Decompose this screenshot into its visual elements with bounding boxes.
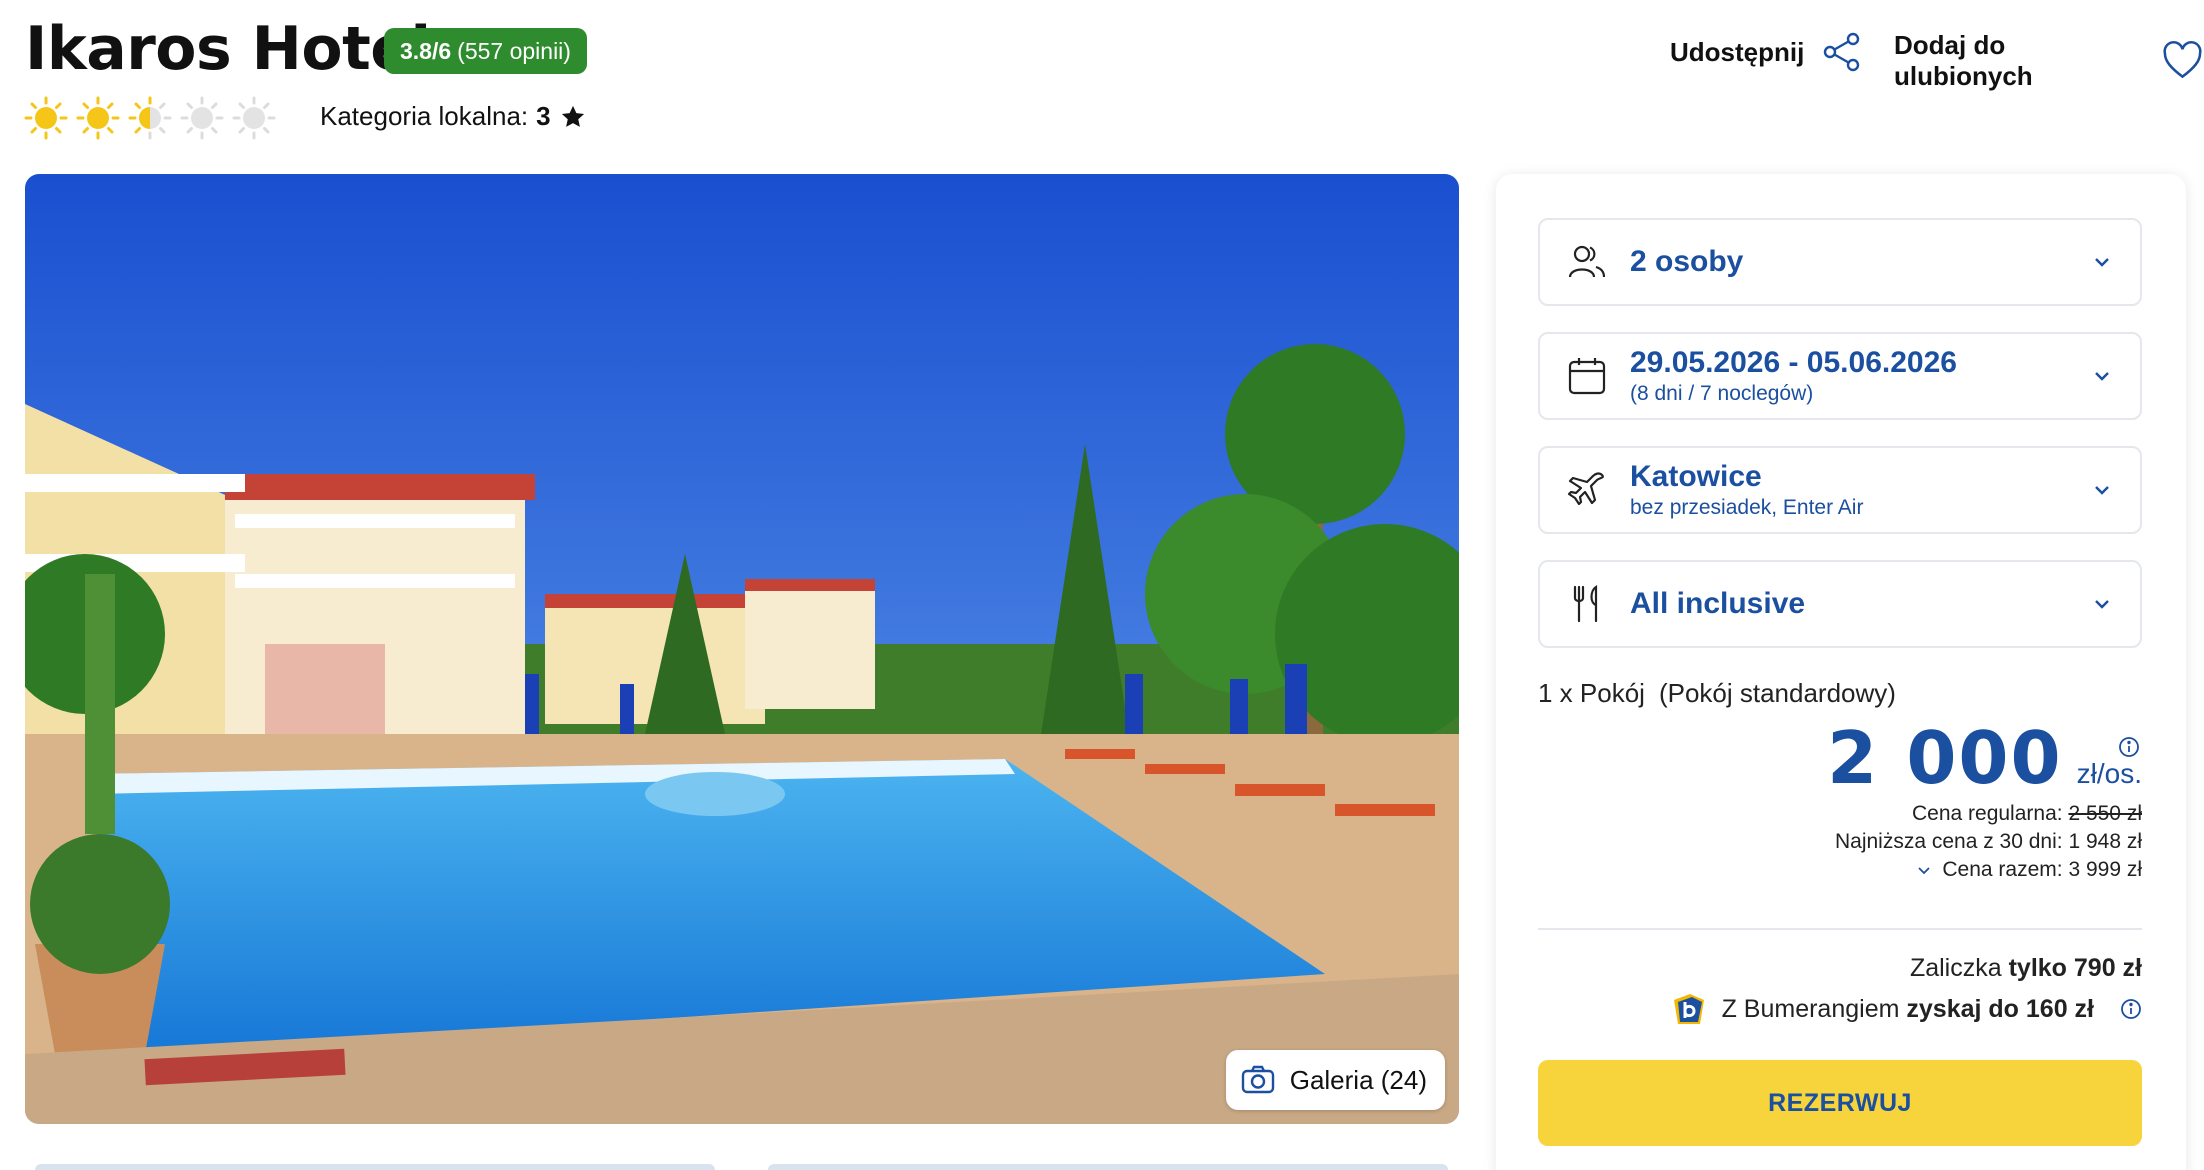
total-price: Cena razem: 3 999 zł [1942, 858, 2142, 881]
lowest-price-line: Najniższa cena z 30 dni: 1 948 zł [1834, 830, 2142, 853]
bumerang-info: Z Bumerangiem zyskaj do 160 zł [1670, 990, 2142, 1028]
flight-origin: Katowice [1630, 460, 1762, 493]
thumbnail-strip-left[interactable] [35, 1164, 715, 1170]
deposit-label: Zaliczka [1909, 954, 2002, 982]
hotel-title: Ikaros Hotel [25, 14, 431, 84]
rating-score: 3.8/6 [400, 37, 452, 64]
room-type: (Pokój standardowy) [1658, 678, 1896, 708]
dates-select[interactable]: 29.05.2026 - 05.06.2026 (8 dni / 7 nocle… [1538, 332, 2142, 420]
chevron-down-icon [2095, 258, 2109, 267]
sun-empty-icon [180, 96, 224, 140]
regular-price-line: Cena regularna: 2 550 zł [1835, 800, 2142, 828]
bumerang-logo-icon [1673, 994, 1704, 1024]
share-label: Udostępnij [1670, 36, 1805, 67]
local-category-label: Kategoria lokalna: [320, 101, 529, 131]
divider [1538, 928, 2142, 930]
sun-full-icon [24, 96, 68, 140]
persons-select[interactable]: 2 osoby [1538, 218, 2142, 306]
bumerang-value: zyskaj do 160 zł [1906, 994, 2094, 1023]
star-icon [561, 105, 584, 127]
local-category-value: 3 [536, 101, 551, 131]
hotel-photo[interactable]: Galeria (24) [25, 174, 1459, 1124]
chevron-down-icon [1918, 867, 1931, 875]
bumerang-label: Z Bumerangiem [1721, 994, 1900, 1023]
sun-full-icon [76, 96, 120, 140]
regular-price-value: 2 550 zł [2068, 802, 2142, 825]
gallery-label: Galeria (24) [1289, 1064, 1427, 1095]
gallery-button[interactable]: Galeria (24) [1225, 1050, 1445, 1110]
info-icon[interactable] [2120, 998, 2142, 1020]
calendar-icon [1568, 358, 1606, 395]
dates-duration: (8 dni / 7 noclegów) [1630, 382, 1814, 405]
reserve-button[interactable]: REZERWUJ [1538, 1060, 2142, 1146]
favorite-label: Dodaj do ulubionych [1894, 30, 2033, 91]
people-icon [1568, 245, 1606, 278]
flight-details: bez przesiadek, Enter Air [1630, 496, 1864, 519]
dates-value: 29.05.2026 - 05.06.2026 [1630, 346, 1957, 379]
rating-reviews: (557 opinii) [457, 37, 571, 64]
flight-select[interactable]: Katowice bez przesiadek, Enter Air [1538, 446, 2142, 534]
booking-panel: 2 osoby 29.05.2026 - 05.06.2026 (8 dni /… [1496, 174, 2186, 1170]
favorite-button[interactable]: Dodaj do ulubionych [1894, 30, 2204, 92]
chevron-down-icon [2095, 486, 2109, 495]
regular-price-label: Cena regularna: [1911, 802, 2063, 825]
hotel-pool-image [25, 174, 1459, 1124]
room-qty: 1 x Pokój [1538, 678, 1645, 708]
deposit-info: Zaliczka tylko 790 zł [1910, 954, 2142, 983]
camera-icon [1241, 1065, 1274, 1094]
sun-half-icon [128, 96, 172, 140]
board-select[interactable]: All inclusive [1538, 560, 2142, 648]
heart-icon [2163, 40, 2202, 79]
sun-empty-icon [232, 96, 276, 140]
cutlery-icon [1573, 584, 1598, 623]
price-block: 2 000 zł/os. [1827, 722, 2142, 794]
board-value: All inclusive [1630, 587, 1806, 620]
info-icon[interactable] [2118, 736, 2140, 758]
local-category: Kategoria lokalna: 3 [320, 101, 587, 132]
chevron-down-icon [2095, 372, 2109, 381]
plane-icon [1567, 472, 1604, 506]
sun-rating [24, 96, 276, 140]
persons-value: 2 osoby [1630, 245, 1744, 278]
rating-badge[interactable]: 3.8/6 (557 opinii) [384, 28, 587, 74]
total-price-toggle[interactable]: Cena razem: 3 999 zł [1916, 856, 2142, 884]
price-value: 2 000 [1827, 716, 2063, 800]
share-icon [1824, 32, 1860, 72]
thumbnail-strip-right[interactable] [768, 1164, 1448, 1170]
room-info: 1 x Pokój (Pokój standardowy) [1538, 678, 1896, 709]
chevron-down-icon [2095, 600, 2109, 609]
price-unit: zł/os. [2076, 758, 2142, 789]
share-button[interactable]: Udostępnij [1670, 30, 1864, 74]
price-details: Cena regularna: 2 550 zł Najniższa cena … [1835, 800, 2142, 886]
deposit-value: tylko 790 zł [2008, 954, 2142, 982]
